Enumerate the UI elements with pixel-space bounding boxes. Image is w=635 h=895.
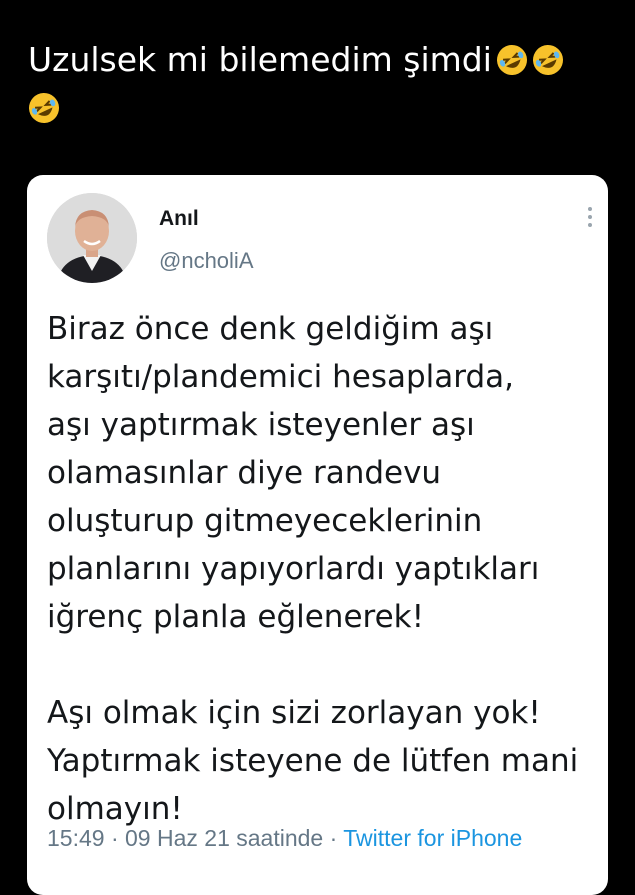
tweet-text-line: iğrenç planla eğlenerek! xyxy=(47,599,425,635)
tweet-text-line: karşıtı/plandemici hesaplarda, xyxy=(47,359,515,395)
tweet-text-line: Biraz önce denk geldiğim aşı xyxy=(47,311,494,347)
avatar[interactable] xyxy=(47,193,137,283)
post-caption: Uzulsek mi bilemedim şimdi xyxy=(28,36,608,132)
more-options-icon[interactable] xyxy=(586,207,594,227)
author-name[interactable]: Anıl xyxy=(159,207,199,231)
profile-photo xyxy=(47,193,137,283)
author-handle[interactable]: @ncholiA xyxy=(159,248,254,274)
tweet-source[interactable]: Twitter for iPhone xyxy=(343,825,522,851)
tweet-text-line xyxy=(47,641,602,689)
meta-separator: · xyxy=(329,825,338,851)
tweet-date[interactable]: 09 Haz 21 saatinde xyxy=(125,825,323,851)
tweet-text: Biraz önce denk geldiğim aşı karşıtı/plan… xyxy=(47,305,602,833)
tweet-time[interactable]: 15:49 xyxy=(47,825,105,851)
tweet-text-line: planlarını yapıyorlardı yaptıkları xyxy=(47,551,540,587)
tweet-card[interactable]: Anıl @ncholiA Biraz önce denk geldiğim a… xyxy=(27,175,608,895)
tweet-text-line: olamasınlar diye randevu xyxy=(47,455,442,491)
tweet-text-line: aşı yaptırmak isteyenler aşı xyxy=(47,407,475,443)
rolling-on-the-floor-laughing-icon xyxy=(532,44,563,75)
tweet-text-line: oluşturup gitmeyeceklerinin xyxy=(47,503,483,539)
tweet-text-line: Aşı olmak için sizi zorlayan yok! xyxy=(47,695,541,731)
rolling-on-the-floor-laughing-icon xyxy=(29,93,59,123)
caption-text: Uzulsek mi bilemedim şimdi xyxy=(28,40,492,79)
tweet-meta: 15:49 · 09 Haz 21 saatinde · Twitter for… xyxy=(47,825,522,852)
meta-separator: · xyxy=(110,825,119,851)
tweet-text-line: Yaptırmak isteyene de lütfen mani xyxy=(47,743,579,779)
rolling-on-the-floor-laughing-icon xyxy=(496,44,527,75)
